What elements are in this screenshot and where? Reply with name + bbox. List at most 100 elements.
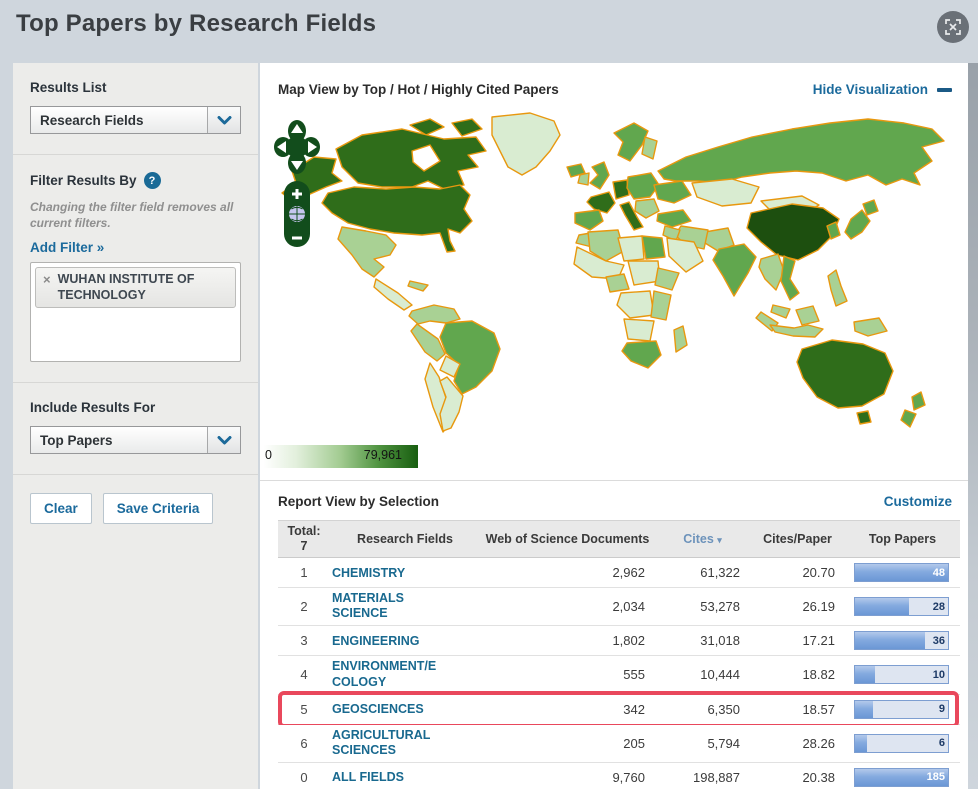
table-body: 1 CHEMISTRY 2,962 61,322 20.70 48 2 MATE…: [278, 558, 960, 789]
field-link[interactable]: MATERIALS SCIENCE: [332, 591, 442, 622]
bar-track: 36: [854, 631, 949, 651]
bar-fill: [855, 632, 925, 650]
bar-value: 6: [938, 737, 945, 750]
top-papers-bar-cell: 28: [845, 597, 960, 617]
table-row: 5 GEOSCIENCES 342 6,350 18.57 9: [278, 690, 960, 728]
page-title: Top Papers by Research Fields: [16, 10, 377, 37]
column-header-cites[interactable]: Cites ▾: [655, 532, 750, 547]
cell-docs: 555: [623, 667, 645, 683]
column-header-cites-per-paper[interactable]: Cites/Paper: [750, 532, 845, 547]
world-map[interactable]: [262, 109, 966, 439]
cell-cpp: 28.26: [802, 735, 835, 751]
filter-chip[interactable]: × WUHAN INSTITUTE OF TECHNOLOGY: [35, 267, 236, 309]
row-rank: 6: [300, 735, 308, 751]
report-view-title: Report View by Selection: [278, 494, 440, 509]
scrollbar[interactable]: [968, 63, 978, 789]
cell-docs: 205: [623, 735, 645, 751]
cell-cites: 10,444: [700, 667, 740, 683]
zoom-control: [284, 181, 310, 247]
field-link[interactable]: AGRICULTURAL SCIENCES: [332, 728, 442, 759]
bar-fill: [855, 734, 868, 752]
field-link[interactable]: ENGINEERING: [332, 634, 420, 649]
page: Top Papers by Research Fields Results Li…: [0, 0, 978, 789]
top-papers-bar-cell: 6: [845, 733, 960, 753]
cell-docs: 2,962: [612, 565, 645, 580]
cell-docs: 342: [623, 701, 645, 717]
bar-track: 6: [854, 733, 949, 753]
cell-cpp: 20.38: [802, 769, 835, 785]
active-filters-box: × WUHAN INSTITUTE OF TECHNOLOGY: [30, 262, 241, 363]
fullscreen-icon: [945, 19, 961, 35]
cell-cpp: 18.82: [802, 667, 835, 683]
results-list-select[interactable]: Research Fields: [30, 106, 241, 134]
help-icon[interactable]: ?: [143, 172, 161, 189]
map-region-east-south-asia: [656, 199, 879, 338]
top-papers-bar-cell: 48: [845, 563, 960, 582]
bar-value: 185: [926, 771, 945, 784]
table-header-row: Total: 7 Research Fields Web of Science …: [278, 520, 960, 558]
minus-icon: [937, 87, 952, 92]
bar-fill: [855, 598, 909, 616]
column-header-top-papers[interactable]: Top Papers: [845, 532, 960, 547]
row-rank: 2: [300, 599, 308, 615]
table-row: 6 AGRICULTURAL SCIENCES 205 5,794 28.26 …: [278, 724, 960, 763]
fullscreen-button[interactable]: [937, 11, 969, 43]
choropleth-map[interactable]: [262, 109, 966, 439]
include-results-value: Top Papers: [40, 432, 113, 448]
page-header: Top Papers by Research Fields: [0, 0, 978, 62]
total-header: Total: 7: [278, 524, 330, 554]
column-header-research-fields[interactable]: Research Fields: [330, 532, 480, 547]
map-controls[interactable]: [274, 119, 320, 254]
row-rank: 0: [300, 769, 308, 785]
table-row: 3 ENGINEERING 1,802 31,018 17.21 36: [278, 626, 960, 657]
bar-track: 10: [854, 665, 949, 685]
table-row: 0 ALL FIELDS 9,760 198,887 20.38 185: [278, 762, 960, 789]
bar-track: 185: [854, 767, 949, 787]
cell-cites: 6,350: [707, 701, 740, 717]
top-papers-bar-cell: 9: [845, 699, 960, 719]
cell-docs: 1,802: [612, 633, 645, 649]
sort-desc-icon: ▾: [717, 534, 722, 545]
results-list-heading: Results List: [30, 80, 107, 95]
customize-link[interactable]: Customize: [884, 494, 952, 509]
chevron-down-icon: [207, 427, 240, 454]
cell-cites: 53,278: [700, 599, 740, 615]
field-link[interactable]: ENVIRONMENT/ECOLOGY: [332, 659, 442, 690]
table-row: 4 ENVIRONMENT/ECOLOGY 555 10,444 18.82 1…: [278, 656, 960, 695]
field-link[interactable]: CHEMISTRY: [332, 566, 405, 581]
include-results-select[interactable]: Top Papers: [30, 426, 241, 455]
top-papers-bar-cell: 10: [845, 665, 960, 685]
scale-min-label: 0: [265, 448, 272, 462]
table-row: 2 MATERIALS SCIENCE 2,034 53,278 26.19 2…: [278, 588, 960, 627]
cell-cpp: 20.70: [802, 565, 835, 580]
cell-cites: 198,887: [693, 769, 740, 785]
results-list-value: Research Fields: [40, 112, 144, 128]
top-papers-bar-cell: 36: [845, 631, 960, 651]
save-criteria-button[interactable]: Save Criteria: [102, 493, 214, 525]
add-filter-link[interactable]: Add Filter »: [30, 240, 104, 255]
bar-value: 36: [932, 634, 945, 647]
globe-icon: [289, 206, 305, 222]
top-papers-bar-cell: 185: [845, 767, 960, 787]
chevron-down-icon: [207, 107, 240, 133]
table-row: 1 CHEMISTRY 2,962 61,322 20.70 48: [278, 558, 960, 588]
sidebar: Results List Research Fields Filter Resu…: [13, 63, 258, 789]
filter-note: Changing the filter field removes all cu…: [30, 200, 234, 230]
map-region-russia-asia: [657, 118, 945, 216]
cell-cpp: 26.19: [802, 599, 835, 615]
row-rank: 3: [300, 633, 308, 649]
clear-button[interactable]: Clear: [30, 493, 92, 525]
field-link[interactable]: ALL FIELDS: [332, 770, 404, 785]
hide-visualization-link[interactable]: Hide Visualization: [813, 82, 952, 97]
total-count: 7: [300, 539, 308, 553]
cell-docs: 9,760: [612, 769, 645, 785]
cell-cites: 61,322: [700, 565, 740, 580]
close-icon[interactable]: ×: [43, 272, 51, 288]
map-region-north-america: [281, 112, 586, 311]
row-rank: 1: [300, 565, 308, 580]
column-header-wos-documents[interactable]: Web of Science Documents: [480, 532, 655, 547]
results-table: Total: 7 Research Fields Web of Science …: [278, 520, 960, 789]
field-link[interactable]: GEOSCIENCES: [332, 702, 424, 717]
map-view-header: Map View by Top / Hot / Highly Cited Pap…: [260, 63, 968, 109]
include-results-heading: Include Results For: [30, 400, 156, 416]
